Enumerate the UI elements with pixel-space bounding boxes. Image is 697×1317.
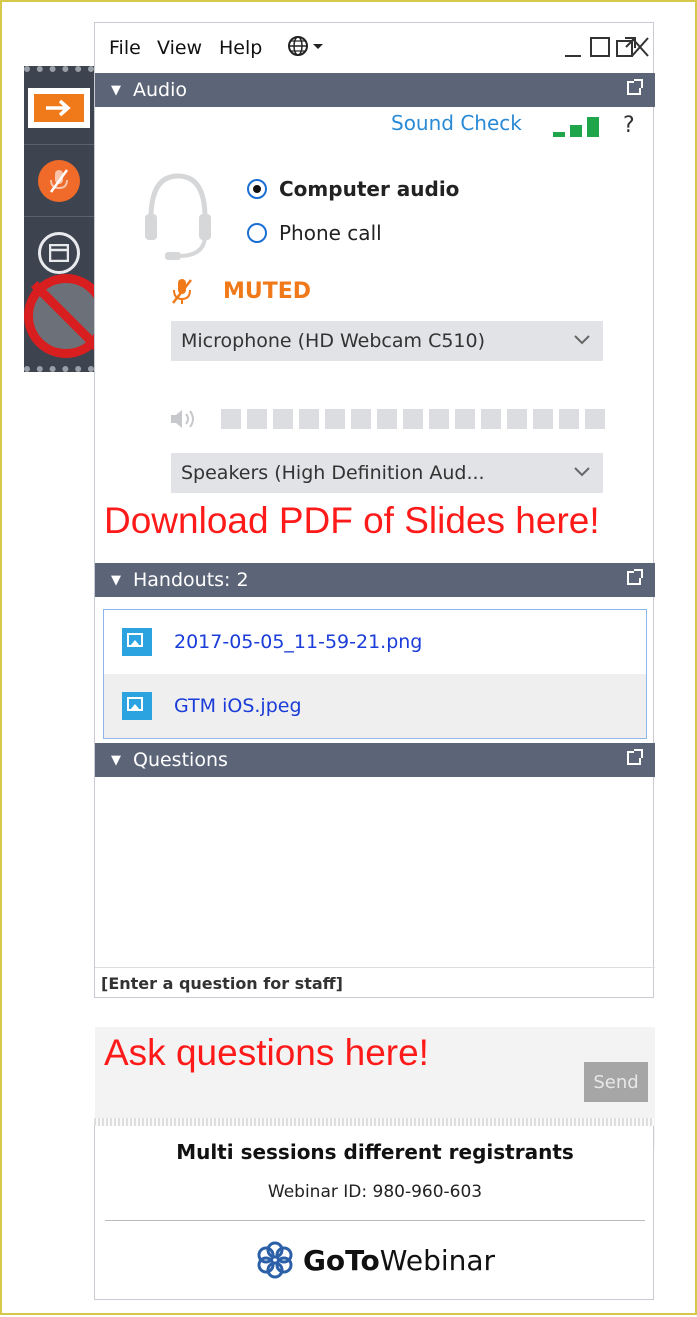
- menu-view[interactable]: View: [157, 37, 202, 59]
- webinar-id: Webinar ID: 980-960-603: [267, 1182, 483, 1202]
- computer-audio-label: Computer audio: [279, 177, 460, 201]
- collapse-panel-button[interactable]: [24, 72, 94, 144]
- menu-help[interactable]: Help: [219, 37, 262, 59]
- popout-icon[interactable]: [627, 749, 643, 765]
- brand-goto: GoTo: [302, 1243, 380, 1277]
- popout-icon[interactable]: [627, 79, 643, 95]
- question-input[interactable]: [Enter a question for staff]: [95, 967, 655, 1027]
- window-icon: [38, 232, 80, 274]
- audio-help-button[interactable]: ?: [623, 113, 635, 138]
- image-file-icon: [122, 692, 152, 720]
- handouts-list: 2017-05-05_11-59-21.png GTM iOS.jpeg: [103, 609, 647, 739]
- collapse-triangle-icon: ▼: [111, 82, 121, 98]
- arrow-right-icon: [28, 88, 90, 128]
- language-globe-icon[interactable]: [287, 35, 325, 62]
- chevron-down-icon: [573, 461, 591, 486]
- audio-section-header[interactable]: ▼ Audio: [95, 73, 655, 107]
- audio-section-title: Audio: [133, 79, 188, 101]
- separator: [94, 1118, 654, 1126]
- sound-check-link[interactable]: Sound Check: [391, 111, 522, 135]
- speaker-icon: [171, 410, 194, 428]
- speakers-select[interactable]: Speakers (High Definition Aud...: [171, 453, 603, 493]
- menu-file[interactable]: File: [109, 37, 141, 59]
- questions-section-title: Questions: [133, 749, 228, 771]
- gotowebinar-flower-icon: [257, 1241, 293, 1279]
- microphone-select[interactable]: Microphone (HD Webcam C510): [171, 321, 603, 361]
- questions-log: [95, 777, 655, 967]
- handout-file-name[interactable]: GTM iOS.jpeg: [174, 695, 302, 717]
- handouts-section-header[interactable]: ▼ Handouts: 2: [95, 563, 655, 597]
- radio-unchecked[interactable]: [247, 223, 267, 243]
- microphone-value: Microphone (HD Webcam C510): [181, 330, 486, 352]
- minimize-button[interactable]: [563, 35, 583, 65]
- handout-file-name[interactable]: 2017-05-05_11-59-21.png: [174, 631, 422, 653]
- chevron-down-icon: [573, 329, 591, 354]
- annotation-download-slides: Download PDF of Slides here!: [104, 500, 600, 541]
- popout-icon[interactable]: [627, 569, 643, 585]
- image-file-icon: [122, 628, 152, 656]
- questions-section-header[interactable]: ▼ Questions: [95, 743, 655, 777]
- session-footer: Multi sessions different registrants Web…: [94, 1126, 654, 1300]
- divider: [105, 1220, 645, 1221]
- maximize-button[interactable]: [589, 35, 611, 65]
- headset-icon: [145, 173, 211, 260]
- send-button[interactable]: Send: [584, 1062, 648, 1102]
- handout-item[interactable]: GTM iOS.jpeg: [104, 674, 646, 738]
- mic-muted-icon: [172, 279, 192, 304]
- signal-strength-icon: [553, 117, 603, 137]
- mute-status: MUTED: [223, 279, 312, 304]
- handout-item[interactable]: 2017-05-05_11-59-21.png: [104, 610, 646, 674]
- phone-call-label: Phone call: [279, 221, 382, 245]
- close-button[interactable]: [629, 35, 651, 65]
- session-title: Multi sessions different registrants: [176, 1140, 574, 1164]
- menu-bar: File View Help: [95, 23, 655, 71]
- gotowebinar-logo: GoTo Webinar: [95, 1240, 655, 1280]
- annotation-ask-questions: Ask questions here!: [104, 1032, 429, 1073]
- computer-audio-option[interactable]: Computer audio: [247, 177, 459, 201]
- phone-call-option[interactable]: Phone call: [247, 221, 382, 245]
- radio-checked[interactable]: [247, 179, 267, 199]
- brand-webinar: Webinar: [379, 1243, 496, 1277]
- collapse-triangle-icon: ▼: [111, 572, 121, 588]
- speakers-value: Speakers (High Definition Aud...: [181, 462, 485, 484]
- collapse-triangle-icon: ▼: [111, 752, 121, 768]
- mic-muted-icon: [38, 160, 80, 202]
- handouts-section-title: Handouts: 2: [133, 569, 249, 591]
- mute-toggle-button[interactable]: [24, 144, 94, 217]
